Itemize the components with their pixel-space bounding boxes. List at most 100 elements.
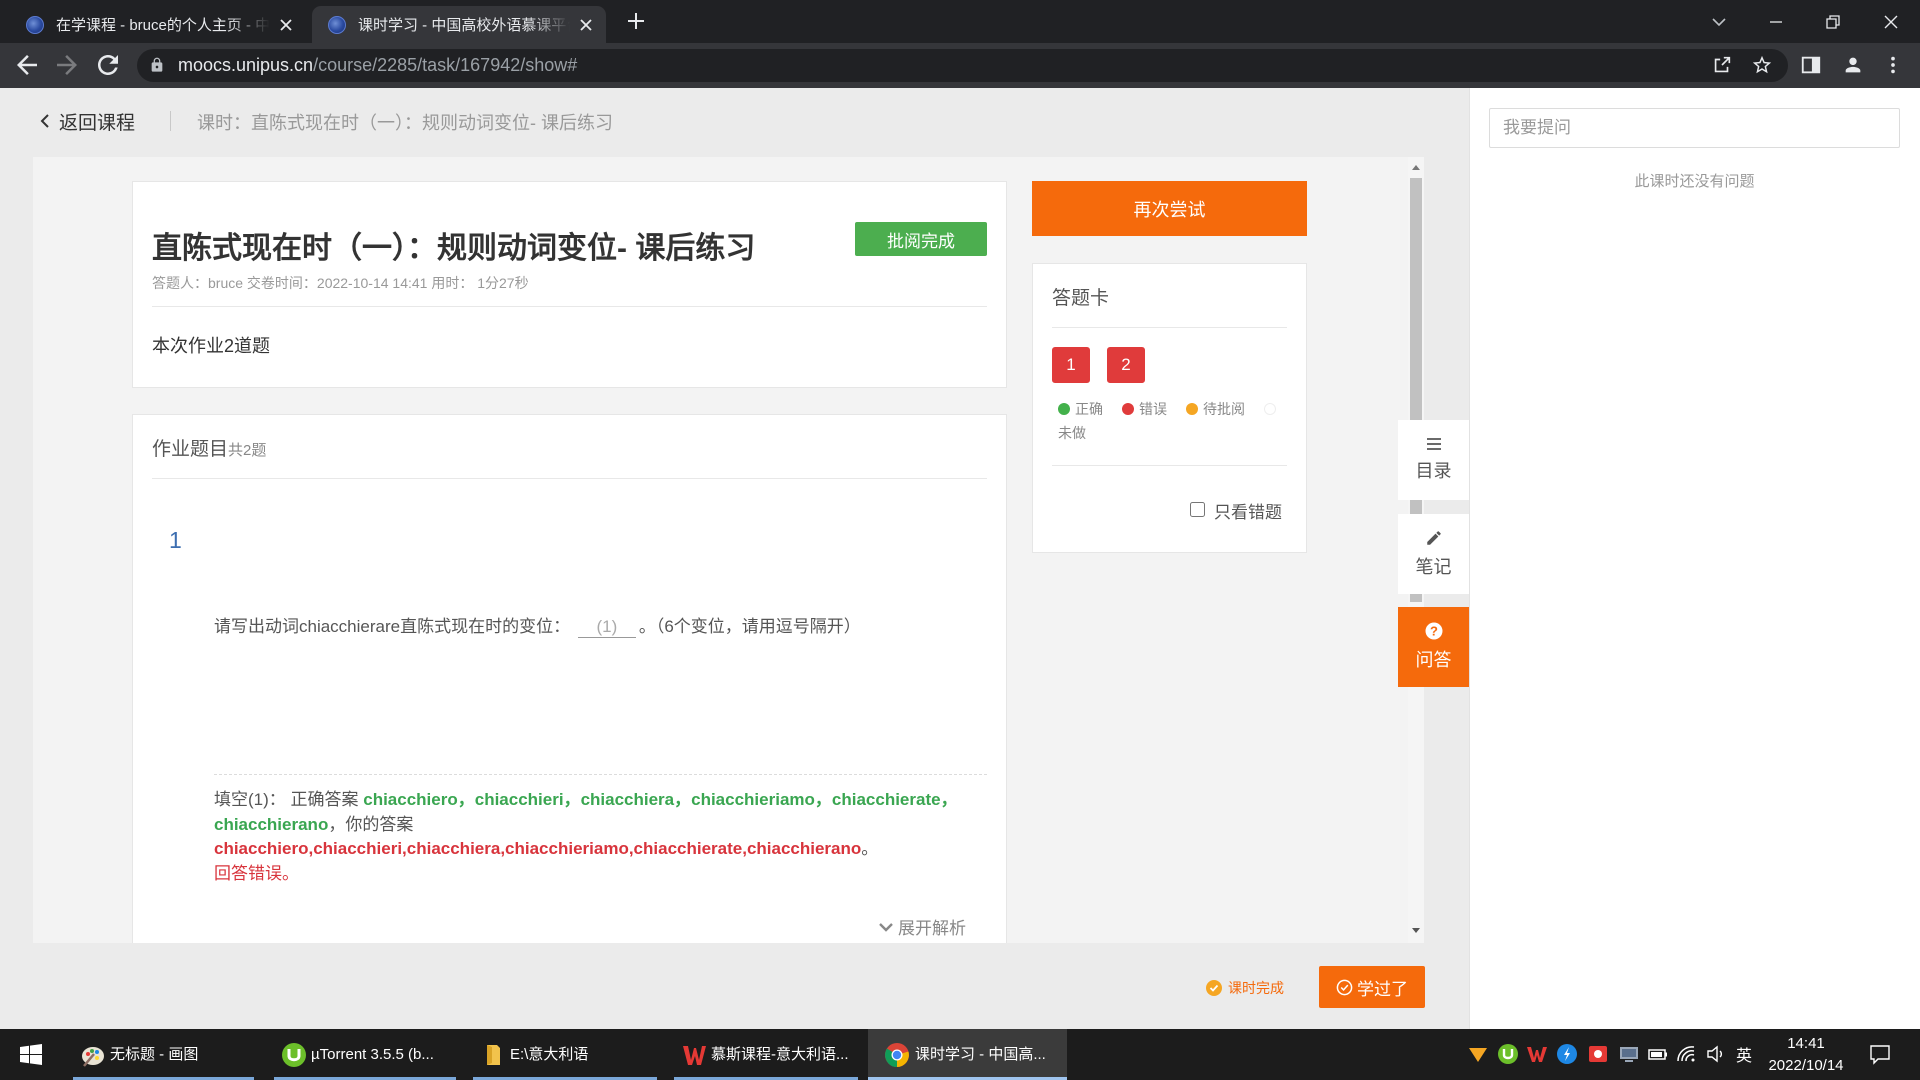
taskbar-item-label: 慕斯课程-意大利语... (711, 1046, 849, 1063)
legend-dot-icon (1186, 403, 1198, 415)
questions-header: 作业题目共2题 (152, 434, 266, 461)
close-tab-icon[interactable] (576, 15, 596, 35)
side-tab-qa[interactable]: ? 问答 (1398, 607, 1469, 687)
tray-wps-icon[interactable] (1526, 1043, 1548, 1065)
windows-start-icon[interactable] (20, 1044, 42, 1065)
status-badge: 批阅完成 (855, 222, 987, 256)
submission-meta: 答题人：bruce 交卷时间：2022-10-14 14:41 用时： 1分27… (152, 275, 529, 291)
lock-icon[interactable] (149, 57, 165, 73)
tray-feather-icon[interactable] (1556, 1043, 1578, 1065)
side-tab-label: 目录 (1415, 461, 1452, 481)
your-answer-label: ，你的答案 (328, 814, 414, 834)
qa-empty-text: 此课时还没有问题 (1634, 173, 1755, 190)
bookmark-star-icon[interactable] (1751, 54, 1773, 76)
tray-utorrent-icon[interactable] (1497, 1043, 1519, 1065)
ask-question-input[interactable] (1489, 108, 1900, 148)
answer-card-title: 答题卡 (1052, 288, 1110, 309)
forward-arrow-icon[interactable] (52, 50, 82, 80)
blank-result-label: 填空(1)： (214, 790, 286, 809)
side-panel-icon[interactable] (1800, 54, 1822, 76)
url-path: /course/2285/task/167942/show# (313, 55, 578, 75)
side-tab-notes[interactable]: 笔记 (1398, 514, 1469, 594)
prompt-text: 请写出动词chiacchierare直陈式现在时的变位： (214, 617, 571, 636)
taskbar-item-label: µTorrent 3.5.5 (b... (311, 1046, 434, 1063)
retry-button[interactable]: 再次尝试 (1032, 181, 1307, 236)
questions-heading: 作业题目 (152, 439, 229, 460)
page-title: 直陈式现在时（一）：规则动词变位- 课后练习 (152, 232, 756, 265)
legend-dot-icon (1264, 403, 1276, 415)
taskbar-item-label: 课时学习 - 中国高... (915, 1046, 1046, 1063)
qa-panel (1469, 88, 1920, 1029)
correct-answer-label: 正确答案 (290, 790, 359, 809)
tab-title: 课时学习 - 中国高校外语慕课平台 (358, 17, 570, 34)
dashed-divider (214, 774, 987, 775)
check-circle-outline-icon (1336, 979, 1353, 995)
question-jump-2[interactable]: 2 (1107, 347, 1145, 383)
tray-monitor-icon[interactable] (1618, 1043, 1640, 1065)
legend-wrong: 错误 (1122, 401, 1167, 417)
site-favicon-icon (328, 15, 346, 34)
blank-field: (1) (577, 617, 636, 638)
your-answer-end: 。 (861, 839, 879, 858)
divider (1052, 465, 1287, 466)
scroll-up-arrow-icon[interactable] (1411, 163, 1421, 171)
minimize-icon[interactable] (1762, 8, 1790, 36)
back-to-course-label: 返回课程 (59, 112, 136, 134)
back-to-course-link[interactable]: 返回课程 (38, 107, 135, 135)
breadcrumb-lesson: 课时：直陈式现在时（一）：规则动词变位- 课后练习 (197, 113, 613, 133)
scroll-down-arrow-icon[interactable] (1411, 927, 1421, 935)
expand-analysis-button[interactable]: 展开解析 (878, 914, 966, 939)
profile-icon[interactable] (1842, 54, 1864, 76)
chevron-left-icon (40, 114, 49, 128)
legend-label: 正确 (1075, 401, 1103, 417)
menu-kebab-icon[interactable] (1882, 54, 1904, 76)
browser-tab-1[interactable]: 在学课程 - bruce的个人主页 - 中 (10, 6, 306, 43)
side-tab-catalog[interactable]: 目录 (1398, 420, 1469, 500)
taskbar-item-utorrent[interactable]: µTorrent 3.5.5 (b... (271, 1029, 459, 1080)
tray-battery-icon[interactable] (1647, 1043, 1669, 1065)
url-text[interactable]: moocs.unipus.cn/course/2285/task/167942/… (178, 49, 577, 82)
legend-label: 错误 (1139, 401, 1167, 417)
browser-tab-2[interactable]: 课时学习 - 中国高校外语慕课平台 (312, 6, 606, 43)
tray-wifi-icon[interactable] (1676, 1043, 1698, 1065)
reload-icon[interactable] (93, 50, 123, 80)
ime-indicator[interactable]: 英 (1736, 1042, 1752, 1066)
answer-result: 填空(1)： 正确答案 chiacchiero，chiacchieri，chia… (214, 788, 994, 886)
clock-time: 14:41 (1787, 1035, 1825, 1052)
tray-record-icon[interactable] (1587, 1043, 1609, 1065)
tab-title: 在学课程 - bruce的个人主页 - 中 (56, 17, 270, 34)
question-jump-1[interactable]: 1 (1052, 347, 1090, 383)
mark-learned-button[interactable]: 学过了 (1319, 966, 1425, 1008)
taskbar-item-paint[interactable]: 无标题 - 画图 (70, 1029, 257, 1080)
breadcrumb-divider (170, 111, 171, 131)
answer-verdict: 回答错误。 (214, 863, 299, 883)
legend-label: 待批阅 (1203, 401, 1245, 417)
tab-search-chevron-down-icon[interactable] (1705, 8, 1733, 36)
tray-thunder-icon[interactable] (1467, 1043, 1489, 1065)
notification-center-icon[interactable] (1869, 1043, 1891, 1065)
back-arrow-icon[interactable] (12, 50, 42, 80)
restore-icon[interactable] (1819, 8, 1847, 36)
mark-learned-label: 学过了 (1357, 979, 1408, 999)
taskbar-item-chrome[interactable]: 课时学习 - 中国高... (868, 1029, 1067, 1080)
site-favicon-icon (26, 15, 44, 34)
close-tab-icon[interactable] (276, 15, 296, 35)
system-clock[interactable]: 14:41 2022/10/14 (1766, 1033, 1846, 1077)
tray-volume-icon[interactable] (1705, 1043, 1727, 1065)
new-tab-plus-icon[interactable] (625, 10, 647, 32)
lesson-complete-label: 课时完成 (1228, 980, 1284, 996)
wrong-only-checkbox[interactable] (1190, 502, 1205, 517)
share-icon[interactable] (1711, 54, 1733, 76)
svg-text:?: ? (1430, 624, 1438, 639)
divider (152, 306, 987, 307)
close-window-icon[interactable] (1877, 8, 1905, 36)
your-answer: chiacchiero,chiacchieri,chiacchiera,chia… (214, 839, 862, 858)
wrong-only-label[interactable]: 只看错题 (1214, 498, 1282, 523)
taskbar-item-explorer[interactable]: E:\意大利语 (470, 1029, 660, 1080)
legend-label-undone: 未做 (1058, 425, 1086, 441)
taskbar-item-label: E:\意大利语 (510, 1046, 589, 1063)
expand-analysis-label: 展开解析 (898, 919, 966, 938)
questions-count: 共2题 (228, 442, 267, 459)
taskbar-item-wps[interactable]: 慕斯课程-意大利语... (671, 1029, 861, 1080)
chevron-down-icon (879, 922, 893, 932)
